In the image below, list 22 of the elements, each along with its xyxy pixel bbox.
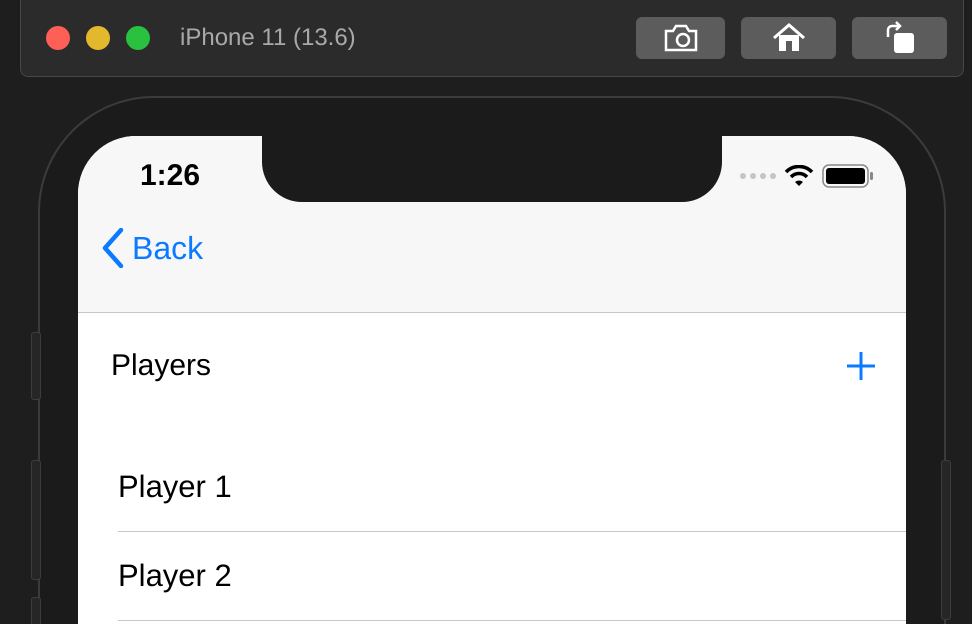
- section-title: Players: [111, 348, 212, 382]
- home-icon: [772, 23, 806, 53]
- home-button[interactable]: [741, 17, 836, 59]
- camera-icon: [662, 23, 698, 53]
- zoom-button[interactable]: [126, 26, 150, 50]
- plus-icon: [846, 350, 876, 380]
- screenshot-button[interactable]: [636, 17, 725, 59]
- player-row[interactable]: Player 2: [118, 532, 906, 621]
- signal-icon: [740, 173, 776, 179]
- back-button[interactable]: Back: [102, 228, 204, 268]
- chevron-left-icon: [102, 228, 124, 268]
- add-button[interactable]: [846, 350, 876, 380]
- wifi-icon: [784, 165, 814, 187]
- status-time: 1:26: [140, 159, 200, 193]
- player-row[interactable]: Player 1: [118, 443, 906, 532]
- player-name: Player 2: [118, 558, 232, 594]
- rotate-button[interactable]: [852, 17, 947, 59]
- battery-icon: [822, 164, 874, 188]
- player-name: Player 1: [118, 469, 232, 505]
- close-button[interactable]: [46, 26, 70, 50]
- window-title: iPhone 11 (13.6): [180, 24, 357, 52]
- minimize-button[interactable]: [86, 26, 110, 50]
